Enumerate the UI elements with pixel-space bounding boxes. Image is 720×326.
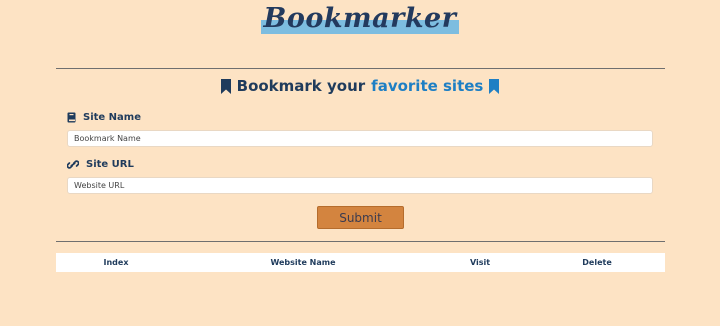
site-url-label-text: Site URL (86, 159, 134, 170)
site-name-label-text: Site Name (83, 112, 141, 123)
logo-text: Bookmarker (263, 3, 457, 34)
book-icon (67, 112, 76, 123)
site-name-input[interactable] (67, 130, 653, 147)
bookmark-icon (489, 78, 500, 94)
heading-text-primary: Bookmark your (236, 77, 366, 95)
site-url-input[interactable] (67, 177, 653, 194)
bookmarks-table-header: Index Website Name Visit Delete (56, 253, 665, 272)
column-header-delete: Delete (582, 258, 612, 267)
column-header-website-name: Website Name (270, 258, 336, 267)
bookmark-icon (220, 78, 231, 94)
site-url-label: Site URL (67, 159, 134, 170)
page-heading: Bookmark your favorite sites (0, 77, 720, 95)
logo-container: Bookmarker (0, 4, 720, 34)
top-divider (56, 68, 665, 69)
site-name-label: Site Name (67, 112, 141, 123)
app-logo: Bookmarker (260, 3, 460, 34)
column-header-index: Index (103, 258, 129, 267)
bottom-divider (56, 241, 665, 242)
column-header-visit: Visit (469, 258, 491, 267)
submit-button[interactable]: Submit (317, 206, 404, 229)
heading-text-accent: favorite sites (371, 77, 484, 95)
link-icon (67, 160, 79, 169)
